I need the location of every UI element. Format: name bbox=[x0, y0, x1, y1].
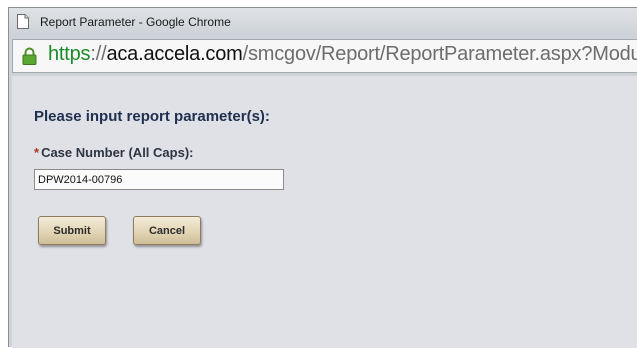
required-marker: * bbox=[34, 145, 40, 160]
page-icon bbox=[17, 14, 29, 29]
window-title: Report Parameter - Google Chrome bbox=[40, 15, 231, 29]
title-bar: Report Parameter - Google Chrome bbox=[9, 8, 637, 36]
case-number-label-text: Case Number (All Caps): bbox=[41, 145, 194, 160]
cancel-button[interactable]: Cancel bbox=[133, 216, 201, 245]
address-bar[interactable]: https://aca.accela.com/smcgov/Report/Rep… bbox=[12, 39, 637, 73]
report-parameter-page: Please input report parameter(s): * Case … bbox=[12, 76, 637, 348]
lock-icon[interactable] bbox=[22, 47, 37, 65]
page-heading: Please input report parameter(s): bbox=[34, 108, 270, 125]
url-path: /smcgov/Report/ReportParameter.aspx?Modu… bbox=[242, 43, 637, 65]
browser-window: Report Parameter - Google Chrome https:/… bbox=[8, 7, 637, 348]
url-scheme: https bbox=[48, 43, 91, 65]
submit-button[interactable]: Submit bbox=[38, 216, 106, 245]
url-host: aca.accela.com bbox=[106, 43, 243, 65]
case-number-label: * Case Number (All Caps): bbox=[34, 145, 193, 160]
url-text[interactable]: https://aca.accela.com/smcgov/Report/Rep… bbox=[48, 43, 637, 66]
case-number-input[interactable] bbox=[34, 169, 284, 190]
url-separator: :// bbox=[90, 43, 107, 65]
